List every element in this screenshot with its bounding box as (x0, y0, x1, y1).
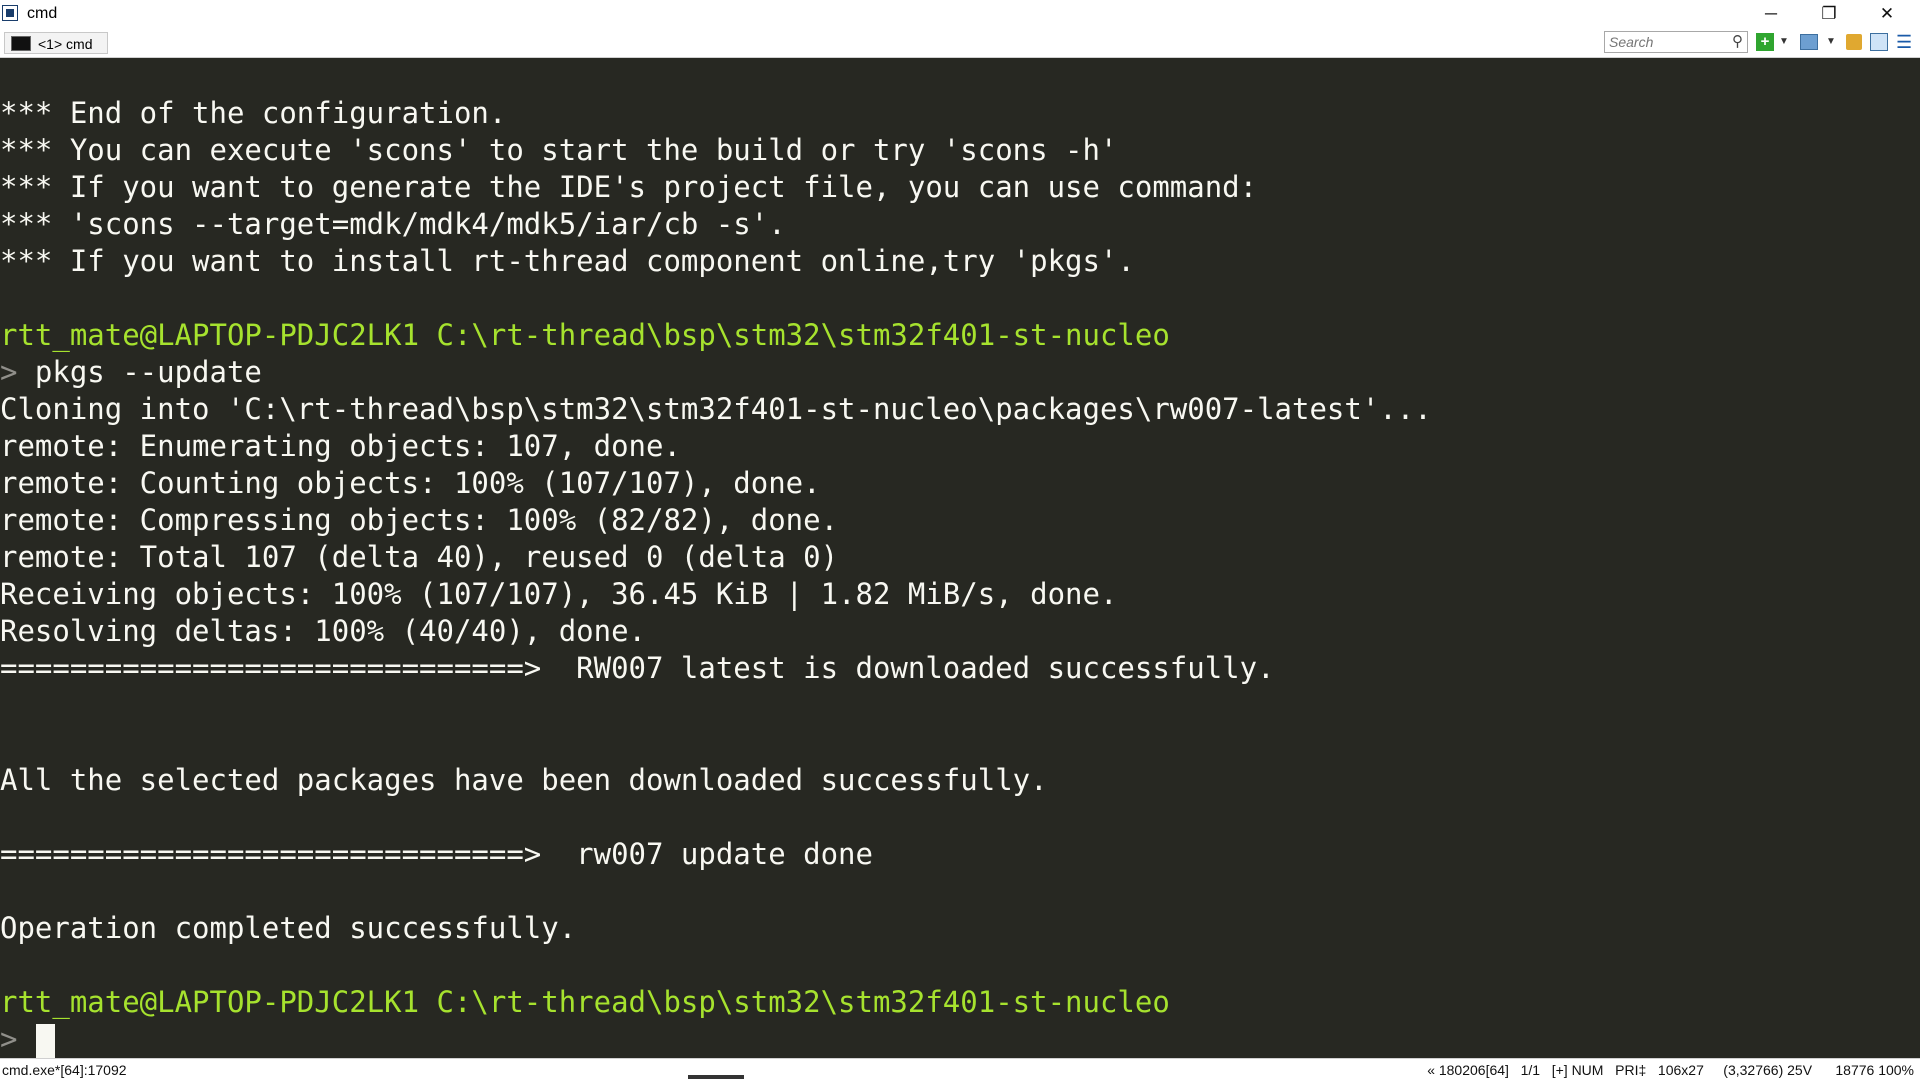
terminal-line: *** You can execute 'scons' to start the… (0, 132, 1117, 169)
tab-bar: <1> cmd ⚲ + ▼ ▼ ☰ (0, 28, 1920, 58)
terminal-line: *** If you want to install rt-thread com… (0, 243, 1135, 280)
lock-icon[interactable] (1846, 34, 1862, 50)
line-text: remote: Total 107 (delta 40), reused 0 (… (0, 540, 839, 575)
prompt-path: rtt_mate@LAPTOP-PDJC2LK1 C:\rt-thread\bs… (0, 984, 1170, 1019)
terminal-line: *** If you want to generate the IDE's pr… (0, 169, 1257, 206)
terminal-line: remote: Compressing objects: 100% (82/82… (0, 502, 838, 539)
terminal-line: remote: Enumerating objects: 107, done. (0, 428, 681, 465)
prompt-arrow: > (0, 355, 35, 390)
terminal-line: Receiving objects: 100% (107/107), 36.45… (0, 576, 1117, 613)
terminal-line: > (0, 1021, 17, 1058)
line-text: Cloning into 'C:\rt-thread\bsp\stm32\stm… (0, 392, 1432, 427)
prompt-arrow: > (0, 1021, 18, 1056)
new-console-icon[interactable]: + (1756, 33, 1774, 51)
line-text: All the selected packages have been down… (0, 762, 1048, 797)
title-bar: cmd ─ ❐ ✕ (0, 0, 1920, 28)
minimize-button[interactable]: ─ (1748, 0, 1794, 28)
line-text: ==============================> RW007 la… (0, 651, 1275, 686)
line-text: *** 'scons --target=mdk/mdk4/mdk5/iar/cb… (0, 207, 786, 242)
chevron-down-icon[interactable]: ▼ (1779, 32, 1789, 52)
line-text: Resolving deltas: 100% (40/40), done. (0, 614, 647, 649)
search-box[interactable]: ⚲ (1604, 31, 1748, 53)
terminal-line: All the selected packages have been down… (0, 762, 1048, 799)
line-text: Operation completed successfully. (0, 910, 577, 945)
console-app-icon[interactable] (2, 5, 18, 21)
terminal-line: Operation completed successfully. (0, 910, 576, 947)
terminal-line: ==============================> RW007 la… (0, 650, 1275, 687)
terminal-line: Cloning into 'C:\rt-thread\bsp\stm32\stm… (0, 391, 1432, 428)
tab-label: <1> cmd (38, 36, 93, 52)
terminal-output[interactable]: *** End of the configuration. *** You can… (0, 58, 1920, 1058)
status-scroll-indicator (688, 1075, 744, 1079)
status-process: cmd.exe*[64]:17092 (2, 1062, 127, 1078)
line-text: *** You can execute 'scons' to start the… (0, 133, 1118, 168)
text-cursor (36, 1023, 55, 1058)
status-bar: cmd.exe*[64]:17092 « 180206[64] 1/1 [+] … (0, 1058, 1920, 1080)
search-icon[interactable]: ⚲ (1732, 32, 1743, 50)
terminal-line: rtt_mate@LAPTOP-PDJC2LK1 C:\rt-thread\bs… (0, 984, 1170, 1021)
terminal-line: *** 'scons --target=mdk/mdk4/mdk5/iar/cb… (0, 206, 786, 243)
terminal-line: *** End of the configuration. (0, 95, 506, 132)
chevron-down-icon[interactable]: ▼ (1826, 32, 1836, 52)
search-input[interactable] (1607, 33, 1727, 51)
prompt-path: rtt_mate@LAPTOP-PDJC2LK1 C:\rt-thread\bs… (0, 318, 1170, 353)
tab-cmd[interactable]: <1> cmd (4, 32, 108, 54)
line-text: *** End of the configuration. (0, 96, 507, 131)
split-view-icon[interactable] (1800, 34, 1818, 50)
maximize-button[interactable]: ❐ (1806, 0, 1852, 28)
terminal-line: Resolving deltas: 100% (40/40), done. (0, 613, 646, 650)
panel-view-icon[interactable] (1870, 33, 1888, 51)
window-title: cmd (27, 5, 58, 22)
line-text: Receiving objects: 100% (107/107), 36.45… (0, 577, 1118, 612)
status-info: « 180206[64] 1/1 [+] NUM PRI‡ 106x27 (3,… (1427, 1062, 1914, 1078)
line-text: remote: Counting objects: 100% (107/107)… (0, 466, 821, 501)
terminal-line: remote: Total 107 (delta 40), reused 0 (… (0, 539, 838, 576)
hamburger-menu-icon[interactable]: ☰ (1896, 32, 1912, 52)
terminal-line: ==============================> rw007 up… (0, 836, 873, 873)
line-text: remote: Enumerating objects: 107, done. (0, 429, 681, 464)
line-text: ==============================> rw007 up… (0, 836, 873, 871)
line-text: pkgs --update (34, 355, 262, 390)
terminal-line: > pkgs --update (0, 354, 262, 391)
close-button[interactable]: ✕ (1864, 0, 1910, 28)
terminal-line: rtt_mate@LAPTOP-PDJC2LK1 C:\rt-thread\bs… (0, 317, 1170, 354)
terminal-icon (11, 36, 31, 51)
line-text: *** If you want to generate the IDE's pr… (0, 170, 1258, 205)
line-text: *** If you want to install rt-thread com… (0, 244, 1135, 279)
terminal-line: remote: Counting objects: 100% (107/107)… (0, 465, 821, 502)
line-text: remote: Compressing objects: 100% (82/82… (0, 503, 839, 538)
